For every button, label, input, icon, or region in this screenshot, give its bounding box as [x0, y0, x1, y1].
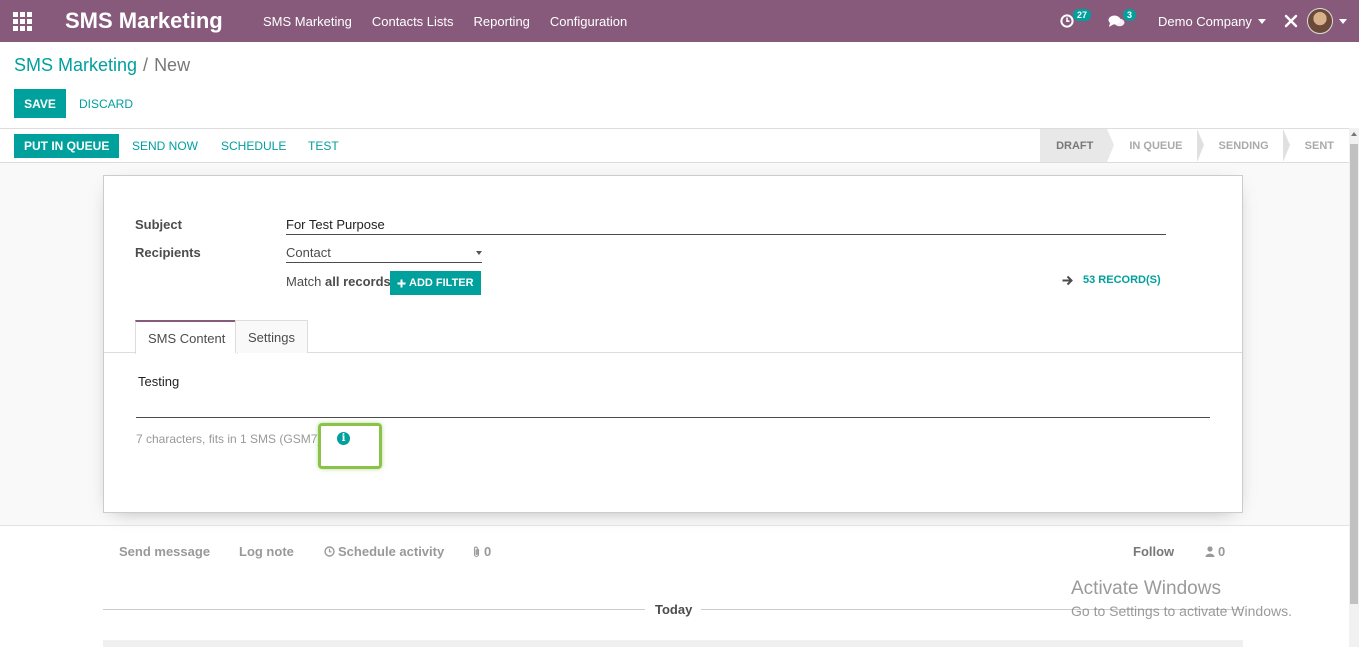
debug-tools[interactable]: [1275, 0, 1307, 42]
stage-in-queue: IN QUEUE: [1107, 129, 1204, 162]
windows-activation-subtitle: Go to Settings to activate Windows.: [1071, 603, 1292, 619]
stage-sent: SENT: [1304, 139, 1334, 152]
breadcrumb-parent[interactable]: SMS Marketing: [14, 55, 137, 75]
sms-character-count: 7 characters, fits in 1 SMS (GSM7): [136, 432, 322, 446]
navbar-systray: 27 3 Demo Company: [1060, 0, 1359, 42]
breadcrumb-current: New: [154, 55, 191, 75]
notebook-tabs: SMS Content Settings: [104, 320, 1242, 354]
domain-summary: Match all records: [286, 274, 391, 289]
message-item: [103, 640, 1243, 647]
add-filter-button[interactable]: ADD FILTER: [390, 271, 481, 295]
send-now-button[interactable]: SEND NOW: [132, 134, 198, 158]
schedule-activity-label: Schedule activity: [338, 544, 445, 559]
chevron-down-icon: [1257, 18, 1266, 24]
menu-item-sms-marketing[interactable]: SMS Marketing: [253, 14, 362, 29]
paperclip-icon: [473, 546, 480, 557]
records-count: 53 RECORD(S): [1083, 274, 1161, 286]
company-name: Demo Company: [1158, 13, 1252, 29]
subject-input[interactable]: For Test Purpose: [286, 217, 1166, 235]
breadcrumb-separator: /: [143, 55, 149, 75]
attachments-count: 0: [484, 544, 492, 559]
scrollbar[interactable]: [1349, 128, 1359, 647]
match-prefix: Match: [286, 274, 322, 289]
add-filter-label: ADD FILTER: [409, 277, 474, 289]
highlight-box: [318, 423, 382, 469]
followers-button[interactable]: 0: [1205, 544, 1225, 559]
recipients-select[interactable]: Contact: [286, 245, 482, 263]
menu-item-contacts-lists[interactable]: Contacts Lists: [362, 14, 464, 29]
test-button[interactable]: TEST: [308, 134, 339, 158]
messaging-menu[interactable]: 3: [1108, 0, 1158, 42]
match-all-records: all records: [325, 274, 391, 289]
follow-button[interactable]: Follow: [1133, 544, 1174, 559]
sms-body-underline: [136, 417, 1210, 418]
apps-menu-icon[interactable]: [0, 0, 44, 42]
stage-draft: DRAFT: [1040, 129, 1115, 162]
tab-settings[interactable]: Settings: [235, 320, 308, 353]
tools-icon: [1284, 14, 1298, 28]
records-link[interactable]: 53 RECORD(S): [1062, 274, 1161, 286]
plus-icon: [397, 279, 406, 287]
activity-count-badge: 27: [1073, 9, 1092, 21]
top-navbar: SMS Marketing SMS Marketing Contacts Lis…: [0, 0, 1359, 42]
subject-label: Subject: [135, 217, 182, 232]
chevron-down-icon: [1339, 18, 1347, 24]
company-switcher[interactable]: Demo Company: [1158, 0, 1275, 42]
attachments-button[interactable]: 0: [472, 544, 491, 559]
date-divider-left: [103, 609, 645, 610]
message-count-badge: 3: [1123, 9, 1137, 21]
clock-icon: [324, 546, 335, 557]
breadcrumb: SMS Marketing / New: [14, 55, 190, 76]
avatar: [1307, 8, 1333, 34]
user-menu[interactable]: [1307, 0, 1359, 42]
main-menu: SMS Marketing Contacts Lists Reporting C…: [253, 14, 637, 29]
arrow-right-icon: [1062, 275, 1073, 285]
recipients-value: Contact: [286, 245, 331, 260]
chevron-down-icon: [476, 251, 482, 255]
schedule-activity-button[interactable]: Schedule activity: [324, 544, 444, 559]
save-button[interactable]: SAVE: [14, 89, 66, 118]
form-statusbar: PUT IN QUEUE SEND NOW SCHEDULE TEST DRAF…: [0, 128, 1359, 163]
user-icon: [1205, 546, 1215, 557]
recipients-label: Recipients: [135, 245, 201, 260]
app-brand[interactable]: SMS Marketing: [65, 8, 252, 34]
send-message-button[interactable]: Send message: [119, 544, 210, 559]
today-separator: Today: [655, 602, 693, 617]
discard-button[interactable]: DISCARD: [79, 89, 133, 118]
put-in-queue-button[interactable]: PUT IN QUEUE: [14, 134, 120, 158]
clock-icon: [1060, 14, 1074, 28]
menu-item-configuration[interactable]: Configuration: [540, 14, 637, 29]
scroll-up-arrow-icon[interactable]: [1351, 132, 1357, 136]
tab-sms-content[interactable]: SMS Content: [135, 320, 239, 354]
chatter-divider: [0, 525, 1349, 526]
form-sheet: Subject For Test Purpose Recipients Cont…: [103, 175, 1243, 513]
menu-item-reporting[interactable]: Reporting: [464, 14, 540, 29]
activity-menu[interactable]: 27: [1060, 0, 1108, 42]
log-note-button[interactable]: Log note: [239, 544, 294, 559]
stage-sending: SENDING: [1197, 129, 1290, 162]
followers-count: 0: [1218, 544, 1226, 559]
scrollbar-thumb[interactable]: [1350, 144, 1358, 604]
sms-body-input[interactable]: Testing: [138, 374, 179, 389]
schedule-button[interactable]: SCHEDULE: [221, 134, 286, 158]
status-stages: DRAFT IN QUEUE SENDING SENT: [1040, 129, 1348, 162]
windows-activation-title: Activate Windows: [1071, 578, 1221, 599]
